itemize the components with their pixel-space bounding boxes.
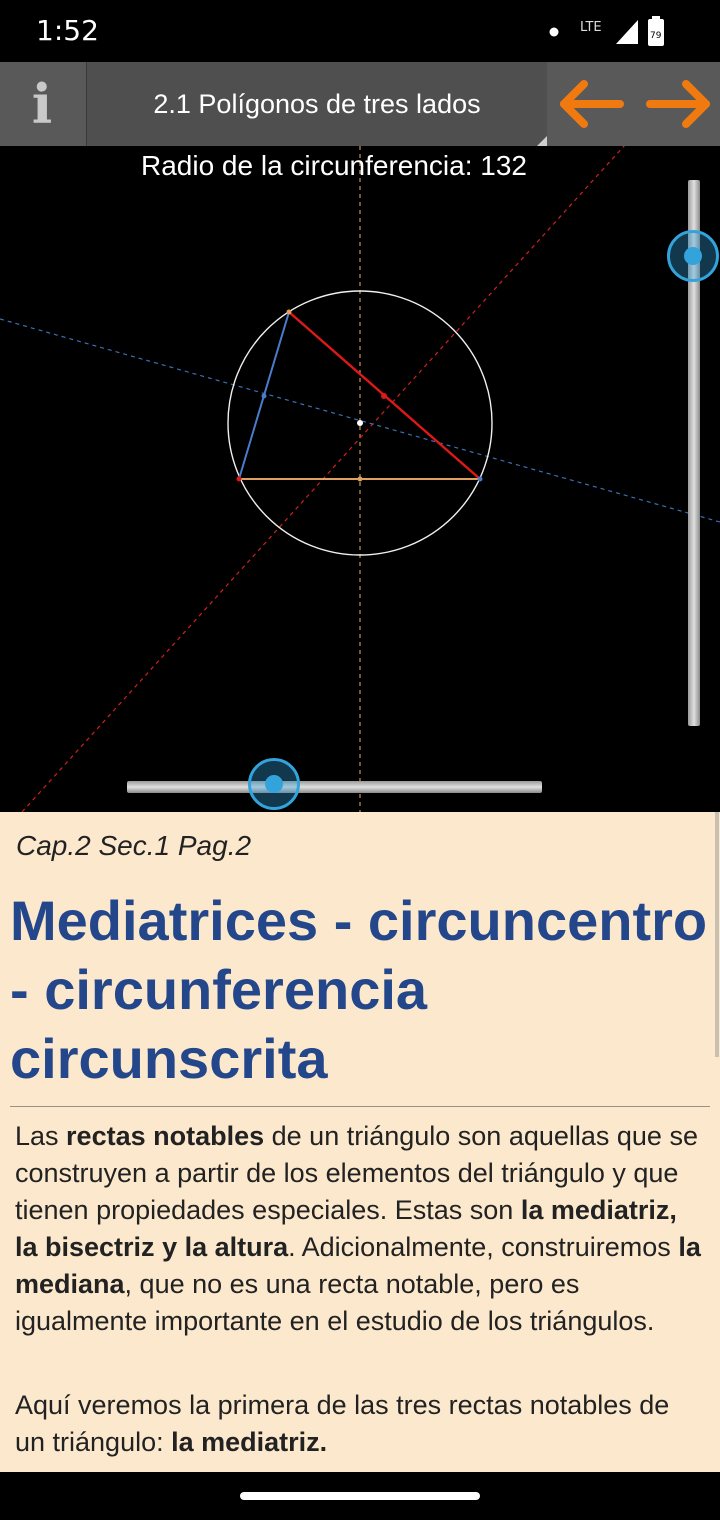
system-nav-bar: [0, 1472, 720, 1520]
info-icon: i: [31, 72, 53, 136]
geometry-drawing: [0, 146, 720, 812]
vertex-c: [477, 476, 483, 482]
geometry-canvas[interactable]: [0, 146, 720, 812]
info-button[interactable]: i: [0, 62, 84, 146]
midpoint-red: [381, 393, 387, 399]
horizontal-slider-track[interactable]: [127, 781, 542, 793]
content-scrollbar[interactable]: [715, 812, 719, 1057]
notification-dot-icon: [549, 27, 559, 37]
second-paragraph: Aquí veremos la primera de las tres rect…: [15, 1387, 705, 1461]
arrow-right-icon: [646, 80, 710, 128]
circumcenter-point: [357, 420, 363, 426]
next-page-button[interactable]: [636, 62, 720, 146]
section-title-label: 2.1 Polígonos de tres lados: [153, 89, 481, 119]
divider: [10, 1106, 710, 1107]
vertex-b: [286, 309, 292, 315]
breadcrumb: Cap.2 Sec.1 Pag.2: [16, 830, 252, 861]
intro-paragraph: Las rectas notables de un triángulo son …: [15, 1118, 705, 1340]
battery-level: 79: [650, 31, 662, 41]
status-bar: 1:52 LTE 79: [0, 0, 720, 62]
bold-run: la mediatriz.: [171, 1427, 328, 1457]
home-gesture-bar[interactable]: [240, 1492, 480, 1500]
radius-label: Radio de la circunferencia: 132: [140, 150, 527, 181]
page-title: Mediatrices - circuncentro - circunferen…: [10, 889, 708, 1090]
network-type-label: LTE: [580, 20, 602, 35]
previous-page-button[interactable]: [550, 62, 634, 146]
status-time: 1:52: [36, 14, 99, 47]
signal-icon: [616, 20, 638, 44]
radius-slider-thumb[interactable]: [667, 230, 719, 282]
midpoint-orange: [357, 476, 363, 482]
vertex-a: [236, 476, 242, 482]
text-run: Aquí veremos la primera de las tres rect…: [15, 1390, 670, 1457]
text-run: Las: [15, 1121, 67, 1151]
text-run: . Adicionalmente, construiremos: [288, 1232, 679, 1262]
horizontal-slider-thumb[interactable]: [248, 758, 300, 810]
arrow-left-icon: [560, 80, 624, 128]
status-icons: LTE 79: [549, 16, 664, 46]
midpoint-blue: [261, 393, 267, 399]
lesson-content[interactable]: Cap.2 Sec.1 Pag.2 Mediatrices - circunce…: [0, 812, 720, 1472]
section-title[interactable]: 2.1 Polígonos de tres lados: [86, 62, 547, 146]
bold-run: rectas notables: [66, 1121, 265, 1151]
battery-icon: 79: [648, 16, 664, 46]
toolbar: i 2.1 Polígonos de tres lados: [0, 62, 720, 146]
dropdown-corner-icon: [537, 136, 547, 146]
